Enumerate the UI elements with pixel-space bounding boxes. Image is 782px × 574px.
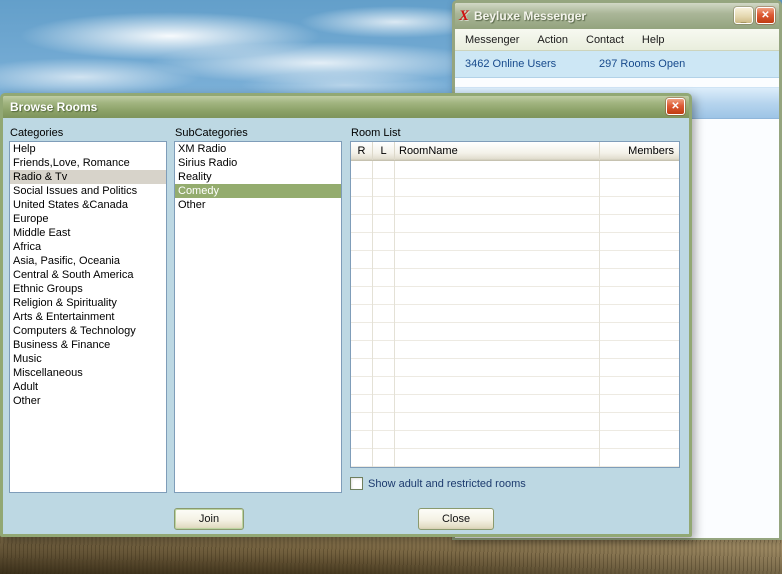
category-item[interactable]: Europe [10,212,166,226]
category-item[interactable]: Computers & Technology [10,324,166,338]
category-item[interactable]: United States &Canada [10,198,166,212]
category-item[interactable]: Middle East [10,226,166,240]
column-separator [599,161,600,467]
messenger-close-button[interactable]: ✕ [756,7,775,24]
column-header-r[interactable]: R [351,142,373,160]
show-rooms-checkbox-row[interactable]: Show adult and restricted rooms [350,477,526,490]
window-controls: _ ✕ [734,7,775,24]
category-item[interactable]: Business & Finance [10,338,166,352]
category-item[interactable]: Adult [10,380,166,394]
category-item[interactable]: Asia, Pasific, Oceania [10,254,166,268]
category-item[interactable]: Friends,Love, Romance [10,156,166,170]
category-item[interactable]: Radio & Tv [10,170,166,184]
messenger-titlebar[interactable]: X Beyluxe Messenger _ ✕ [455,3,779,29]
category-item[interactable]: Help [10,142,166,156]
room-list-body[interactable] [351,161,679,467]
messenger-statusbar: 3462 Online Users 297 Rooms Open [455,51,779,78]
subcategories-listbox[interactable]: XM Radio Sirius Radio Reality Comedy Other [174,141,342,493]
beyluxe-logo-icon: X [459,7,470,24]
messenger-menubar: Messenger Action Contact Help [455,29,779,51]
category-item[interactable]: Ethnic Groups [10,282,166,296]
column-header-members[interactable]: Members [600,142,679,160]
category-item[interactable]: Other [10,394,166,408]
subcategories-label: SubCategories [175,127,248,139]
category-item[interactable]: Music [10,352,166,366]
online-users-count: 3462 Online Users [465,58,557,70]
room-list-header: R L RoomName Members [351,142,679,161]
menu-item[interactable]: Messenger [465,34,519,46]
categories-label: Categories [10,127,64,139]
category-item[interactable]: Religion & Spirituality [10,296,166,310]
dialog-title: Browse Rooms [10,100,98,114]
category-item[interactable]: Arts & Entertainment [10,310,166,324]
close-button[interactable]: Close [418,508,494,530]
menu-item[interactable]: Help [642,34,665,46]
subcategory-item[interactable]: Reality [175,170,341,184]
room-list-label: Room List [351,127,401,139]
subcategory-item[interactable]: Comedy [175,184,341,198]
menu-item[interactable]: Action [537,34,568,46]
category-item[interactable]: Africa [10,240,166,254]
join-button[interactable]: Join [174,508,244,530]
column-separator [394,161,395,467]
browse-rooms-dialog: Browse Rooms ✕ Categories Help Friends,Lo… [0,93,692,537]
categories-listbox[interactable]: Help Friends,Love, Romance Radio & Tv Socia… [9,141,167,493]
room-list[interactable]: R L RoomName Members [350,141,680,468]
subcategory-item[interactable]: XM Radio [175,142,341,156]
category-item[interactable]: Miscellaneous [10,366,166,380]
rooms-open-count: 297 Rooms Open [599,58,686,70]
category-item[interactable]: Social Issues and Politics [10,184,166,198]
column-header-roomname[interactable]: RoomName [395,142,600,160]
dialog-titlebar[interactable]: Browse Rooms ✕ [3,96,689,118]
menu-item[interactable]: Contact [586,34,624,46]
messenger-minimize-button[interactable]: _ [734,7,753,24]
category-item[interactable]: Central & South America [10,268,166,282]
dialog-close-button[interactable]: ✕ [666,98,685,115]
cloud [0,58,200,96]
desktop-background: X Beyluxe Messenger _ ✕ Messenger Action C… [0,0,782,574]
show-rooms-checkbox-label: Show adult and restricted rooms [368,477,526,490]
subcategory-item[interactable]: Sirius Radio [175,156,341,170]
show-rooms-checkbox[interactable] [350,477,363,490]
column-header-l[interactable]: L [373,142,395,160]
subcategory-item[interactable]: Other [175,198,341,212]
column-separator [372,161,373,467]
messenger-title: Beyluxe Messenger [474,9,587,23]
